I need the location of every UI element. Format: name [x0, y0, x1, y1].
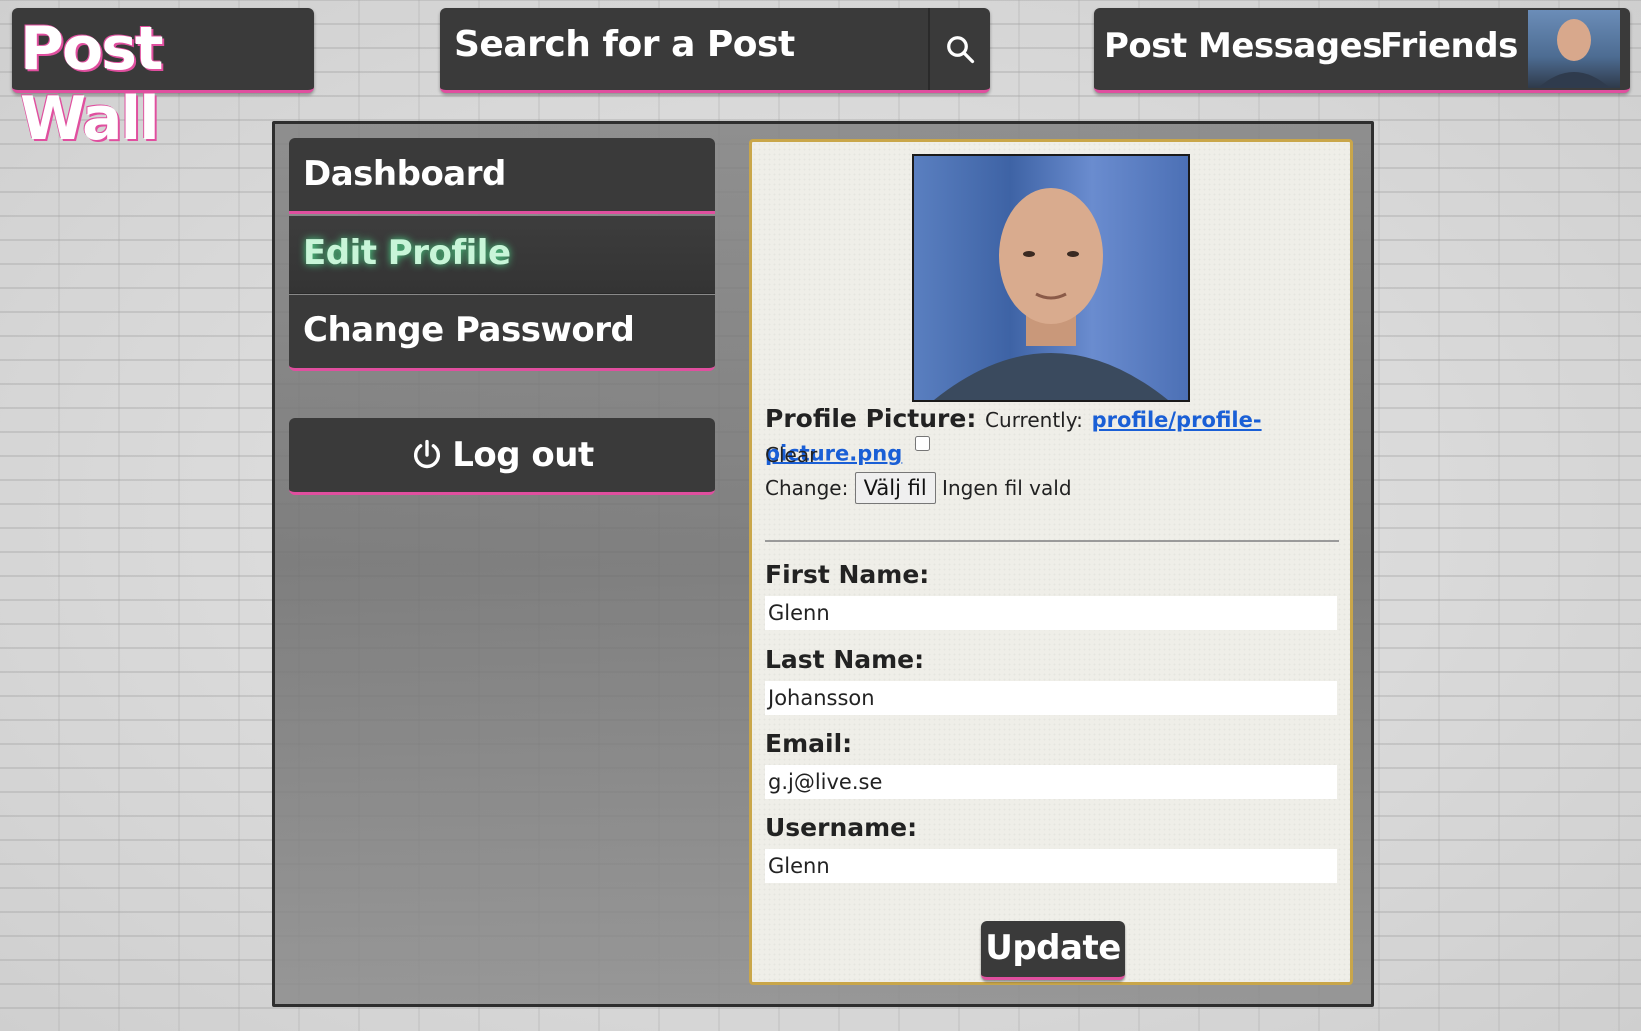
last-name-label: Last Name: — [765, 645, 925, 674]
first-name-field[interactable]: Glenn — [765, 596, 1337, 630]
currently-label: Currently: — [985, 408, 1083, 432]
profile-picture-label: Profile Picture: — [765, 404, 977, 433]
username-field[interactable]: Glenn — [765, 849, 1337, 883]
clear-label: Clear — [765, 443, 818, 467]
sidebar-item-edit-profile[interactable]: Edit Profile — [289, 216, 715, 294]
profile-photo-image — [934, 188, 1168, 400]
search-icon — [947, 36, 975, 64]
profile-panel: Dashboard Edit Profile Change Password L… — [272, 121, 1374, 1007]
edit-profile-form: Profile Picture: Currently: profile/prof… — [749, 139, 1353, 985]
avatar-face-icon — [1538, 19, 1610, 88]
sidebar-item-change-password[interactable]: Change Password — [289, 295, 715, 371]
power-icon — [414, 439, 441, 469]
nav-friends[interactable]: Friends — [1380, 26, 1518, 66]
sidebar-item-dashboard[interactable]: Dashboard — [289, 138, 715, 214]
email-field[interactable]: g.j@live.se — [765, 765, 1337, 799]
username-label: Username: — [765, 813, 918, 842]
site-logo[interactable]: Post Wall — [12, 8, 314, 154]
clear-checkbox[interactable] — [914, 436, 930, 451]
choose-file-button[interactable]: Välj fil — [854, 472, 936, 504]
email-label: Email: — [765, 729, 853, 758]
nav-post[interactable]: Post — [1104, 26, 1187, 66]
logout-label: Log out — [452, 435, 594, 475]
update-button[interactable]: Update — [981, 921, 1125, 980]
logo-text: Post Wall — [20, 14, 164, 154]
no-file-chosen-text: Ingen fil vald — [942, 476, 1072, 500]
search-bar: Search for a Post — [440, 8, 990, 93]
profile-picture-row: Profile Picture: Currently: profile/prof… — [765, 404, 1350, 466]
change-row: Change: Välj fil Ingen fil vald — [765, 472, 1072, 504]
search-input[interactable]: Search for a Post — [454, 24, 795, 65]
nav-messages[interactable]: Messages — [1198, 26, 1382, 66]
divider — [765, 540, 1339, 542]
change-label: Change: — [765, 476, 849, 500]
logout-button[interactable]: Log out — [289, 418, 715, 495]
search-button[interactable] — [928, 8, 990, 90]
profile-photo — [912, 154, 1190, 402]
avatar[interactable] — [1528, 10, 1620, 88]
last-name-field[interactable]: Johansson — [765, 681, 1337, 715]
first-name-label: First Name: — [765, 560, 930, 589]
main-nav: Post Messages Friends — [1094, 8, 1630, 93]
